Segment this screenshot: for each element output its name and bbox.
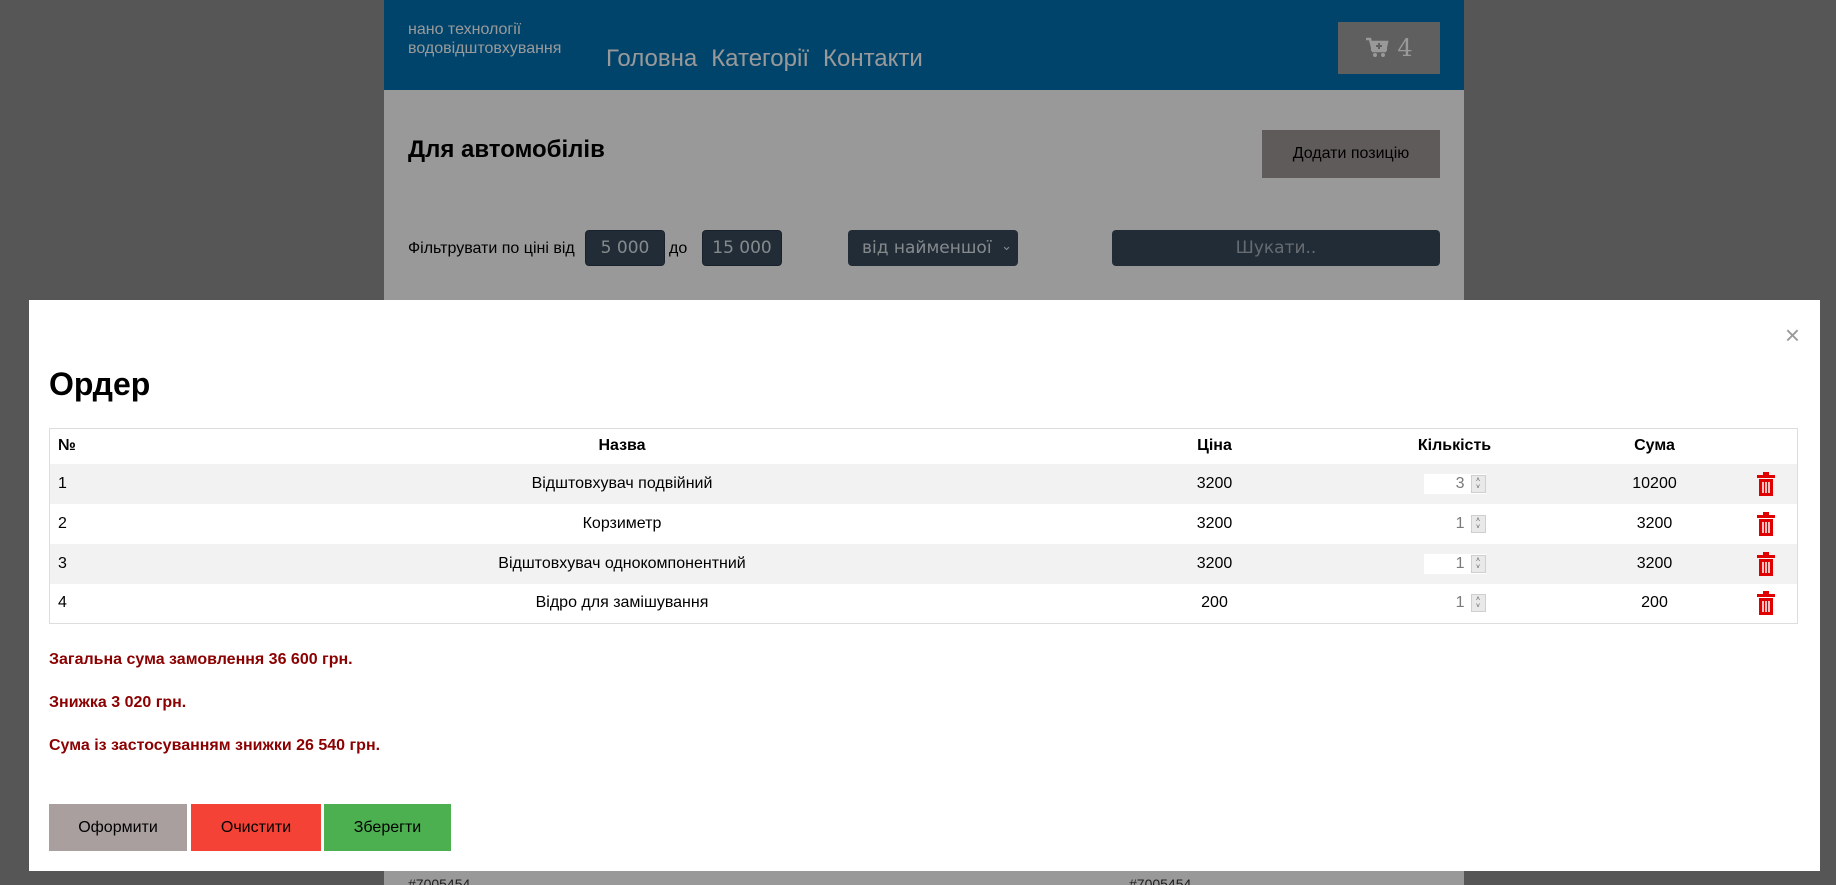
close-icon[interactable]: × (1785, 322, 1800, 348)
column-header-actions (1735, 429, 1798, 464)
clear-button[interactable]: Очистити (191, 804, 321, 851)
row-sum: 3200 (1636, 514, 1673, 532)
row-delete-cell (1735, 504, 1798, 544)
table-row: 3 Відштовхувач однокомпонентний 3200 1 ˄… (49, 543, 1798, 584)
row-quantity-cell: 1 ˄ ˅ (1335, 544, 1575, 584)
column-header-number: № (58, 437, 76, 455)
trash-icon[interactable] (1756, 591, 1776, 616)
row-number: 3 (58, 554, 67, 572)
column-header-quantity: Кількість (1417, 437, 1492, 455)
modal-title: Ордер (49, 366, 151, 402)
quantity-stepper[interactable]: 1 ˄ ˅ (1423, 593, 1486, 614)
row-delete-cell (1735, 464, 1798, 504)
row-price: 3200 (1196, 474, 1233, 492)
quantity-stepper[interactable]: 1 ˄ ˅ (1423, 513, 1486, 534)
row-name: Відштовхувач подвійний (531, 474, 713, 492)
row-quantity-cell: 3 ˄ ˅ (1335, 464, 1575, 504)
quantity-stepper[interactable]: 1 ˄ ˅ (1423, 553, 1486, 574)
table-row: 2 Корзиметр 3200 1 ˄ ˅ 3200 (50, 504, 1798, 544)
spinner-arrows-icon[interactable]: ˄ ˅ (1470, 514, 1486, 533)
quantity-stepper[interactable]: 3 ˄ ˅ (1423, 473, 1486, 494)
checkout-button[interactable]: Оформити (49, 804, 187, 851)
quantity-value: 3 (1455, 474, 1465, 492)
row-name: Корзиметр (582, 514, 662, 532)
row-quantity-cell: 1 ˄ ˅ (1335, 504, 1575, 544)
order-total-with-discount: Сума із застосуванням знижки 26 540 грн. (49, 737, 381, 754)
order-total: Загальна сума замовлення 36 600 грн. (49, 651, 353, 668)
quantity-value: 1 (1455, 554, 1465, 572)
row-sum: 10200 (1632, 474, 1677, 492)
row-delete-cell (1735, 584, 1798, 624)
trash-icon[interactable] (1756, 511, 1776, 536)
spinner-arrows-icon[interactable]: ˄ ˅ (1470, 594, 1486, 613)
row-delete-cell (1735, 544, 1798, 584)
table-row: 1 Відштовхувач подвійний 3200 3 ˄ ˅ 10200 (49, 463, 1798, 504)
row-sum: 200 (1641, 594, 1668, 612)
quantity-value: 1 (1455, 594, 1465, 612)
order-modal: × Ордер № Назва Ціна Кількість Сума 1 Ві… (29, 300, 1820, 871)
spinner-arrows-icon[interactable]: ˄ ˅ (1470, 474, 1486, 493)
row-sum: 3200 (1636, 554, 1673, 572)
order-table: № Назва Ціна Кількість Сума 1 Відштовхув… (49, 428, 1798, 624)
save-button[interactable]: Зберегти (324, 804, 451, 851)
column-header-price: Ціна (1197, 437, 1232, 455)
row-name: Відштовхувач однокомпонентний (498, 554, 746, 572)
row-price: 3200 (1196, 514, 1233, 532)
row-price: 200 (1201, 594, 1228, 612)
table-row: 4 Відро для замішування 200 1 ˄ ˅ 200 (50, 584, 1798, 624)
order-discount: Знижка 3 020 грн. (49, 694, 187, 711)
table-header-row: № Назва Ціна Кількість Сума (50, 429, 1798, 464)
row-number: 1 (58, 474, 67, 492)
row-quantity-cell: 1 ˄ ˅ (1335, 584, 1575, 624)
spinner-arrows-icon[interactable]: ˄ ˅ (1470, 554, 1486, 573)
row-number: 2 (58, 514, 67, 532)
trash-icon[interactable] (1756, 471, 1776, 496)
column-header-name: Назва (598, 437, 646, 455)
column-header-sum: Сума (1634, 437, 1675, 455)
trash-icon[interactable] (1756, 551, 1776, 576)
row-price: 3200 (1196, 554, 1233, 572)
quantity-value: 1 (1455, 514, 1465, 532)
row-number: 4 (58, 594, 67, 612)
row-name: Відро для замішування (535, 594, 709, 612)
